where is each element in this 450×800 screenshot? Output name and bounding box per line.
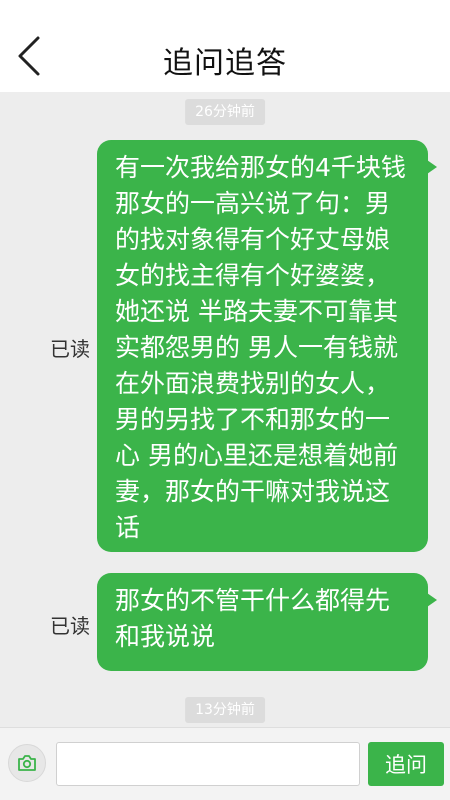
message-time: 26分钟前 — [185, 99, 265, 125]
camera-button[interactable] — [8, 744, 46, 782]
bubble-tail — [427, 160, 437, 174]
message-bubble[interactable]: 那女的不管干什么都得先和我说说 — [97, 573, 437, 671]
bubble-tail — [427, 593, 437, 607]
message-text: 有一次我给那女的4千块钱那女的一高兴说了句：男的找对象得有个好丈母娘女的找主得有… — [115, 153, 406, 542]
send-button[interactable]: 追问 — [368, 742, 444, 786]
message-text: 那女的不管干什么都得先和我说说 — [115, 586, 391, 651]
read-status-label: 已读 — [50, 337, 90, 361]
header: 追问追答 — [0, 0, 450, 92]
composer-bar: 追问 — [0, 727, 450, 800]
message-input[interactable] — [56, 742, 360, 786]
page-title: 追问追答 — [163, 46, 287, 81]
read-status-label: 已读 — [50, 614, 90, 638]
message-bubble[interactable]: 有一次我给那女的4千块钱那女的一高兴说了句：男的找对象得有个好丈母娘女的找主得有… — [97, 140, 437, 552]
message-time: 13分钟前 — [185, 697, 265, 723]
